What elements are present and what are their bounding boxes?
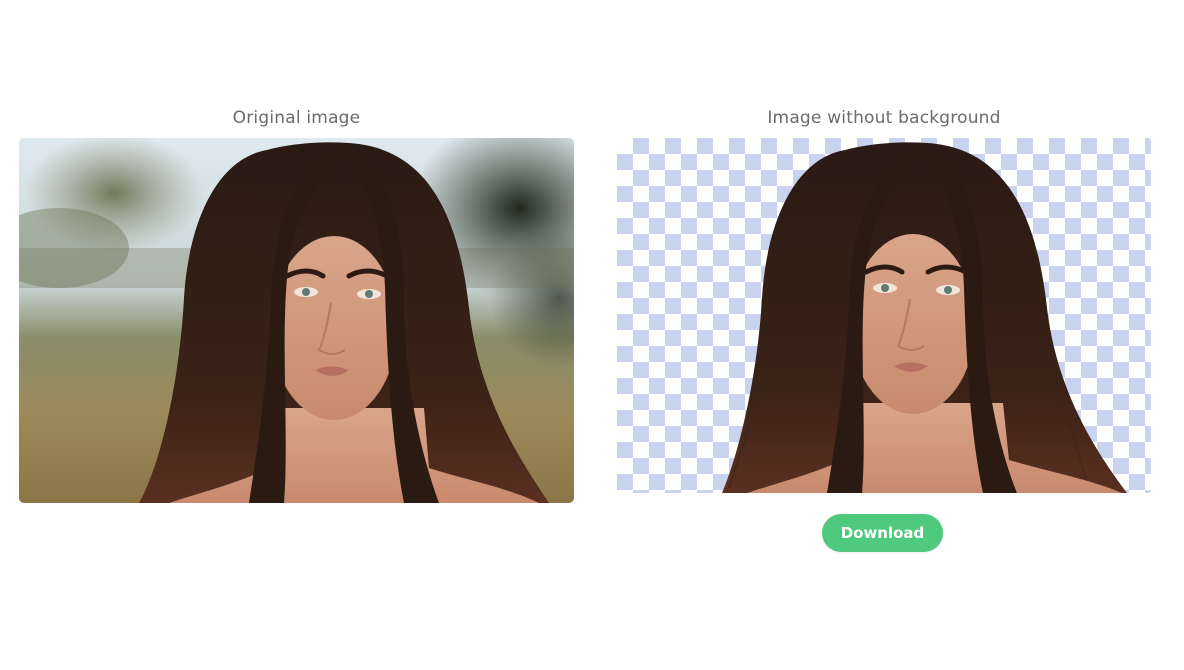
original-image-title: Original image xyxy=(232,108,361,128)
comparison-stage: Original image Image without background xyxy=(0,0,1184,670)
original-image xyxy=(19,138,574,503)
cutout-photo xyxy=(722,142,1127,493)
result-image-title: Image without background xyxy=(767,108,1001,128)
original-photo xyxy=(19,138,574,503)
result-image xyxy=(617,138,1151,493)
download-button[interactable]: Download xyxy=(822,514,943,552)
